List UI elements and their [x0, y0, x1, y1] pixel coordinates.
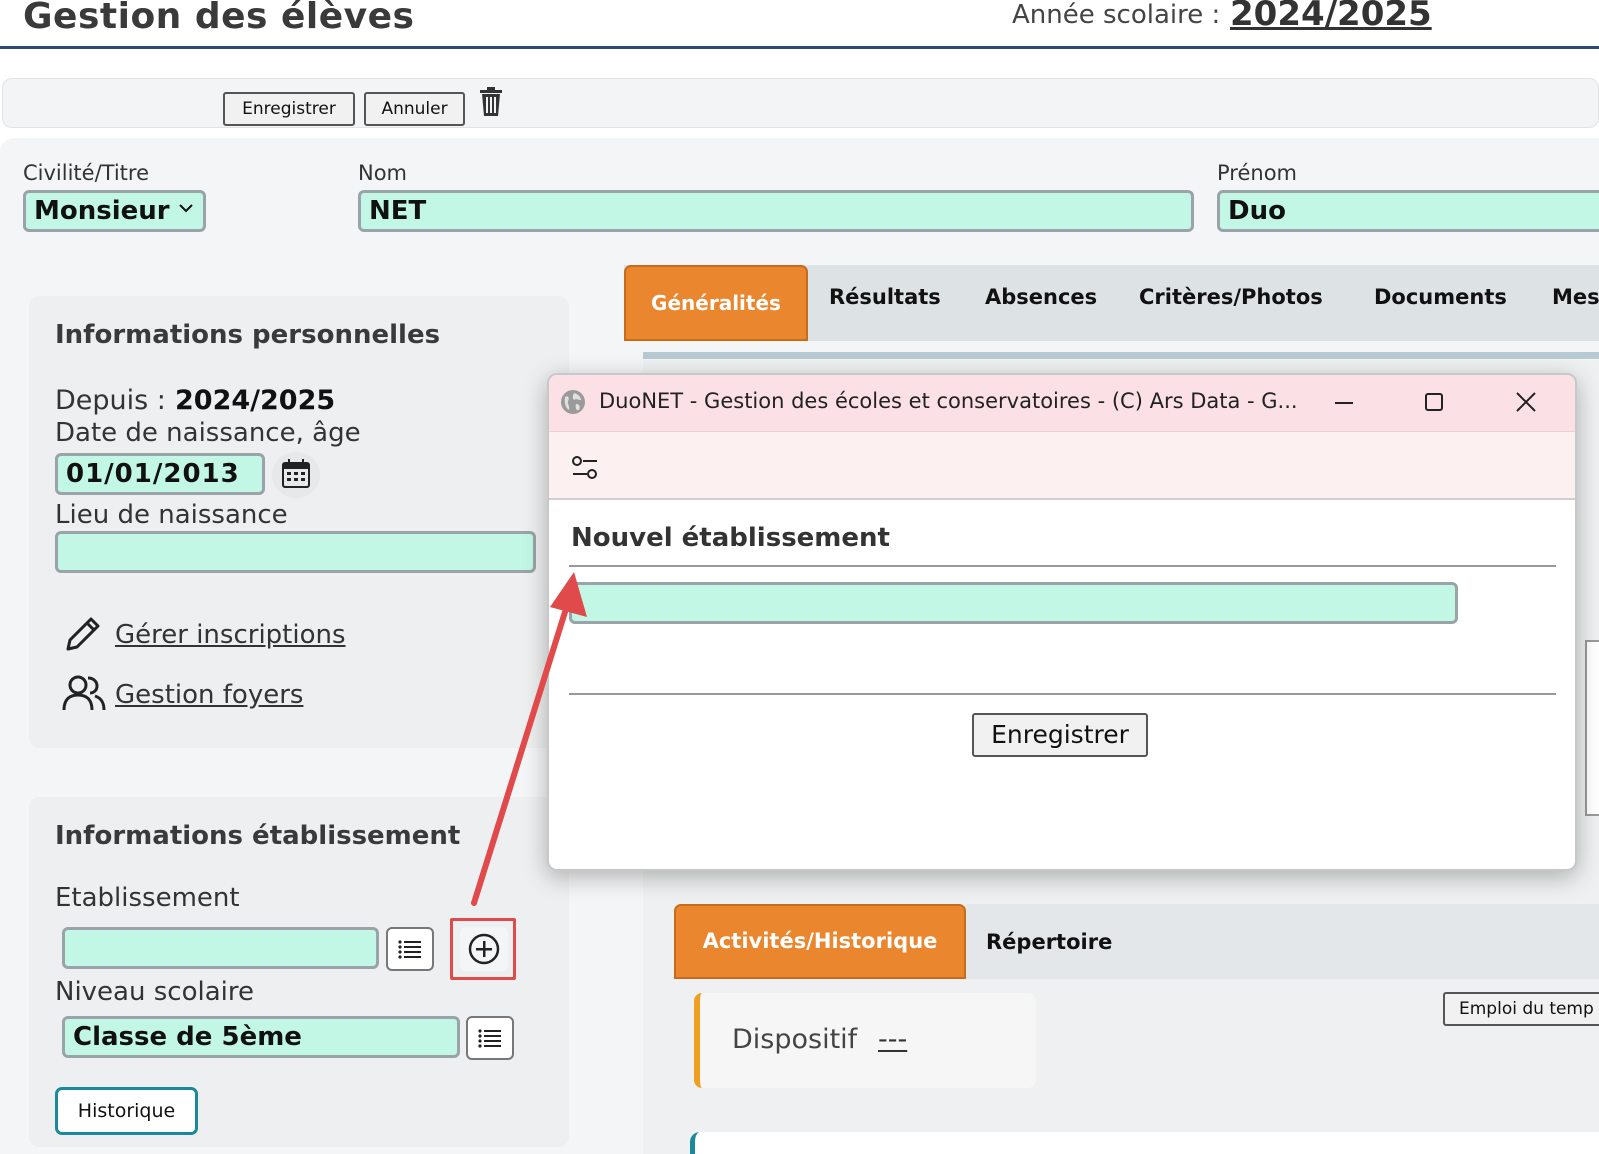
- calendar-icon[interactable]: [272, 452, 320, 498]
- list-icon: [398, 940, 421, 959]
- dialog-heading: Nouvel établissement: [571, 523, 890, 553]
- dialog-window-title: DuoNET - Gestion des écoles et conservat…: [599, 389, 1298, 413]
- school-year-link[interactable]: 2024/2025: [1230, 0, 1432, 34]
- page-title: Gestion des élèves: [23, 0, 415, 37]
- prenom-field[interactable]: Duo: [1217, 190, 1599, 232]
- bottom-card: [690, 1132, 1599, 1154]
- tab-absences[interactable]: Absences: [985, 285, 1097, 309]
- tabs-underline: [643, 352, 1599, 359]
- list-icon: [478, 1029, 501, 1048]
- trash-icon[interactable]: [478, 87, 504, 117]
- nom-label: Nom: [358, 161, 408, 185]
- school-year-label: Année scolaire :: [1012, 0, 1221, 30]
- chevron-down-icon: [177, 199, 195, 222]
- prenom-label: Prénom: [1217, 161, 1298, 185]
- civility-select[interactable]: Monsieur: [23, 190, 206, 232]
- manage-enrollments-link[interactable]: Gérer inscriptions: [115, 620, 346, 650]
- manage-households-link[interactable]: Gestion foyers: [115, 680, 303, 710]
- civility-value: Monsieur: [34, 196, 170, 226]
- tab-repertoire[interactable]: Répertoire: [986, 930, 1112, 954]
- history-button[interactable]: Historique: [55, 1087, 198, 1135]
- settings-sliders-icon[interactable]: [571, 454, 599, 482]
- pencil-icon: [62, 613, 104, 655]
- cancel-button[interactable]: Annuler: [364, 92, 465, 126]
- civility-label: Civilité/Titre: [23, 161, 149, 185]
- dialog-titlebar[interactable]: DuoNET - Gestion des écoles et conservat…: [549, 375, 1575, 432]
- establishment-field[interactable]: [62, 927, 379, 969]
- tab-generalites[interactable]: Généralités: [624, 265, 808, 341]
- dialog-divider: [569, 565, 1556, 567]
- header-divider: [0, 46, 1599, 49]
- tab-activites-historique[interactable]: Activités/Historique: [674, 904, 966, 979]
- partial-panel-box: [1585, 640, 1599, 816]
- maximize-icon[interactable]: [1419, 387, 1449, 417]
- school-level-field[interactable]: Classe de 5ème: [62, 1016, 460, 1058]
- personal-info-title: Informations personnelles: [55, 320, 441, 350]
- dialog-toolbar: [549, 432, 1575, 500]
- minimize-icon[interactable]: [1329, 387, 1359, 417]
- globe-icon: [559, 388, 587, 416]
- birthplace-field[interactable]: [55, 531, 536, 573]
- tab-messages[interactable]: Mes: [1552, 285, 1599, 309]
- dialog-save-button[interactable]: Enregistrer: [972, 713, 1148, 757]
- dob-field[interactable]: 01/01/2013: [55, 453, 265, 495]
- establishment-list-button[interactable]: [386, 927, 434, 971]
- annotation-highlight-box: [450, 918, 516, 980]
- close-icon[interactable]: [1511, 387, 1541, 417]
- dispositif-label: Dispositif: [732, 1024, 858, 1055]
- since-label: Depuis :: [55, 385, 166, 416]
- since-value: 2024/2025: [175, 385, 336, 416]
- dispositif-link[interactable]: ---: [878, 1024, 907, 1055]
- tab-documents[interactable]: Documents: [1374, 285, 1507, 309]
- schedule-button[interactable]: Emploi du temp: [1443, 992, 1599, 1026]
- nom-field[interactable]: NET: [358, 190, 1194, 232]
- establishment-name-input[interactable]: [569, 582, 1458, 624]
- dialog-divider: [569, 693, 1556, 695]
- school-level-list-button[interactable]: [466, 1016, 514, 1060]
- tab-resultats[interactable]: Résultats: [829, 285, 941, 309]
- school-level-label: Niveau scolaire: [55, 977, 254, 1007]
- establishment-label: Etablissement: [55, 883, 240, 913]
- school-info-title: Informations établissement: [55, 821, 461, 851]
- save-button[interactable]: Enregistrer: [223, 92, 355, 126]
- people-icon: [62, 673, 106, 713]
- dob-label: Date de naissance, âge: [55, 418, 361, 448]
- new-establishment-dialog: DuoNET - Gestion des écoles et conservat…: [547, 373, 1577, 871]
- tab-criteres-photos[interactable]: Critères/Photos: [1139, 285, 1323, 309]
- birthplace-label: Lieu de naissance: [55, 500, 288, 530]
